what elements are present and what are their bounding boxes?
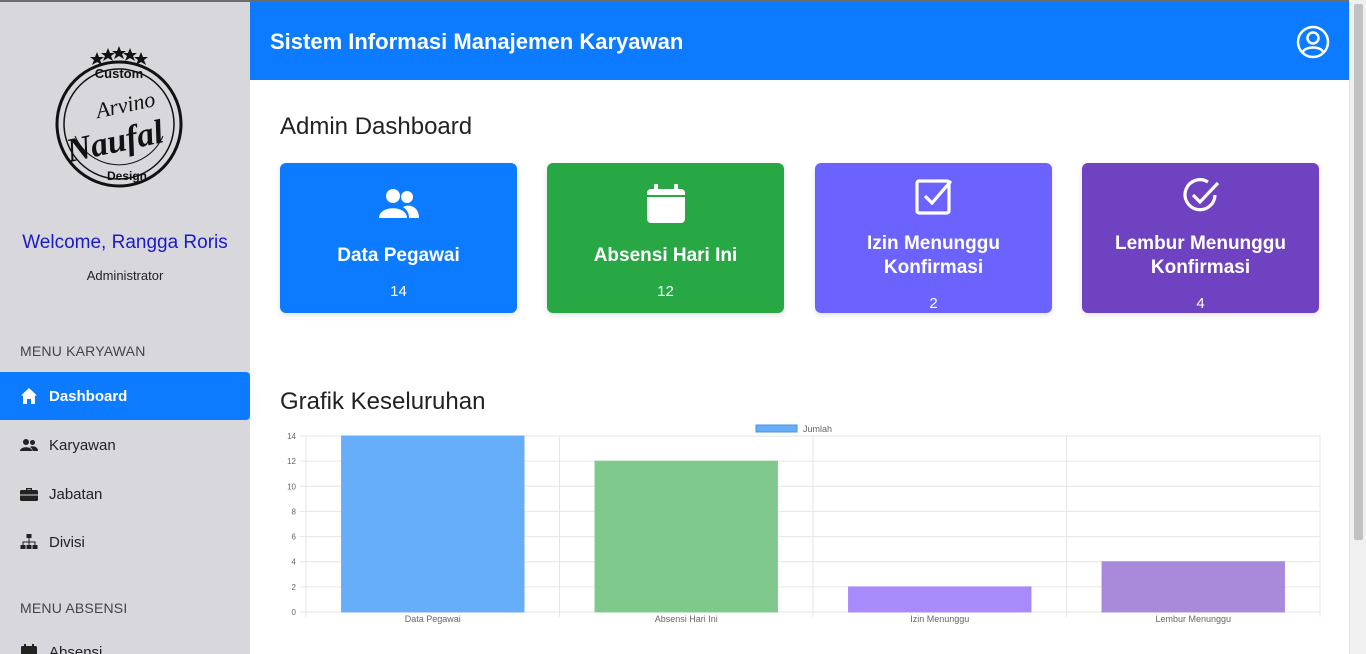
y-tick-label: 0 [292, 608, 297, 617]
welcome-text: Welcome, Rangga Roris [22, 232, 228, 253]
sidebar-item-divisi[interactable]: Divisi [0, 518, 250, 566]
sidebar-item-dashboard[interactable]: Dashboard [0, 372, 250, 420]
y-tick-label: 6 [292, 533, 297, 542]
home-icon [20, 387, 38, 405]
card-value: 14 [390, 283, 407, 300]
menu-absensi-heading: MENU ABSENSI [20, 600, 128, 616]
sidebar-item-jabatan[interactable]: Jabatan [0, 470, 250, 518]
sidebar-item-label: Jabatan [49, 485, 103, 503]
y-tick-label: 4 [292, 558, 297, 567]
card-label: Data Pegawai [337, 245, 460, 266]
card-label: Absensi Hari Ini [593, 245, 738, 266]
user-circle-icon[interactable] [1296, 25, 1330, 59]
card-value: 4 [1196, 295, 1205, 312]
page-title: Admin Dashboard [280, 113, 473, 140]
sidebar-item-karyawan[interactable]: Karyawan [0, 421, 250, 469]
users-icon [280, 183, 517, 225]
x-tick-label: Data Pegawai [405, 614, 461, 624]
y-tick-label: 12 [287, 457, 296, 466]
x-tick-label: Izin Menunggu [910, 614, 969, 624]
x-tick-label: Absensi Hari Ini [655, 614, 718, 624]
bar-chart: Jumlah 0 2 4 6 8 10 12 14 Data Pegawai Absensi Har… [287, 424, 1321, 624]
sidebar-item-label: Divisi [49, 533, 85, 551]
brand-logo: Custom Arvino Naufal Design [55, 46, 183, 188]
logo-script-line2: Naufal [62, 113, 167, 170]
bar [847, 586, 1032, 613]
users-icon [20, 436, 38, 454]
y-tick-label: 8 [292, 507, 297, 516]
y-tick-label: 10 [287, 482, 296, 491]
check-circle-icon [1082, 175, 1319, 217]
card-absensi-hari-ini[interactable]: Absensi Hari Ini 12 [547, 163, 784, 313]
chart-title: Grafik Keseluruhan [280, 388, 486, 415]
sidebar-item-label: Karyawan [49, 436, 116, 454]
x-tick-label: Lembur Menunggu [1155, 614, 1231, 624]
app-title: Sistem Informasi Manajemen Karyawan [270, 29, 684, 54]
card-value: 2 [929, 295, 938, 312]
bar [1101, 561, 1286, 613]
sidebar-item-label: Dashboard [49, 387, 128, 405]
bar [594, 460, 779, 613]
vertical-scrollbar[interactable] [1349, 0, 1366, 654]
menu-karyawan-heading: MENU KARYAWAN [20, 343, 146, 359]
role-text: Administrator [86, 268, 164, 283]
sidebar: Custom Arvino Naufal Design Welcome, Ran… [0, 2, 250, 654]
calendar-icon [547, 183, 784, 225]
card-label: Lembur Menunggu Konfirmasi [1115, 233, 1286, 278]
app-window: Custom Arvino Naufal Design Welcome, Ran… [0, 2, 1349, 654]
logo-bottom-text: Design [107, 169, 147, 183]
card-data-pegawai[interactable]: Data Pegawai 14 [280, 163, 517, 313]
card-lembur-menunggu[interactable]: Lembur Menunggu Konfirmasi 4 [1082, 163, 1319, 313]
card-value: 12 [657, 283, 674, 300]
sitemap-icon [20, 533, 38, 551]
y-tick-label: 2 [292, 583, 297, 592]
sidebar-item-absensi[interactable]: Absensi [0, 628, 250, 654]
logo-top-text: Custom [95, 66, 143, 81]
calendar-icon [20, 643, 38, 654]
legend-label: Jumlah [803, 424, 832, 434]
y-tick-label: 14 [287, 432, 296, 441]
main-content: Admin Dashboard Data Pegawai 14 Absensi … [250, 80, 1349, 654]
check-square-icon [815, 175, 1052, 217]
briefcase-icon [20, 485, 38, 503]
legend-swatch [755, 424, 798, 433]
card-izin-menunggu[interactable]: Izin Menunggu Konfirmasi 2 [815, 163, 1052, 313]
card-label: Izin Menunggu Konfirmasi [867, 233, 1000, 278]
scrollbar-thumb[interactable] [1354, 4, 1363, 540]
bar [340, 435, 525, 613]
top-header: Sistem Informasi Manajemen Karyawan [250, 2, 1349, 80]
sidebar-item-label: Absensi [49, 643, 103, 654]
